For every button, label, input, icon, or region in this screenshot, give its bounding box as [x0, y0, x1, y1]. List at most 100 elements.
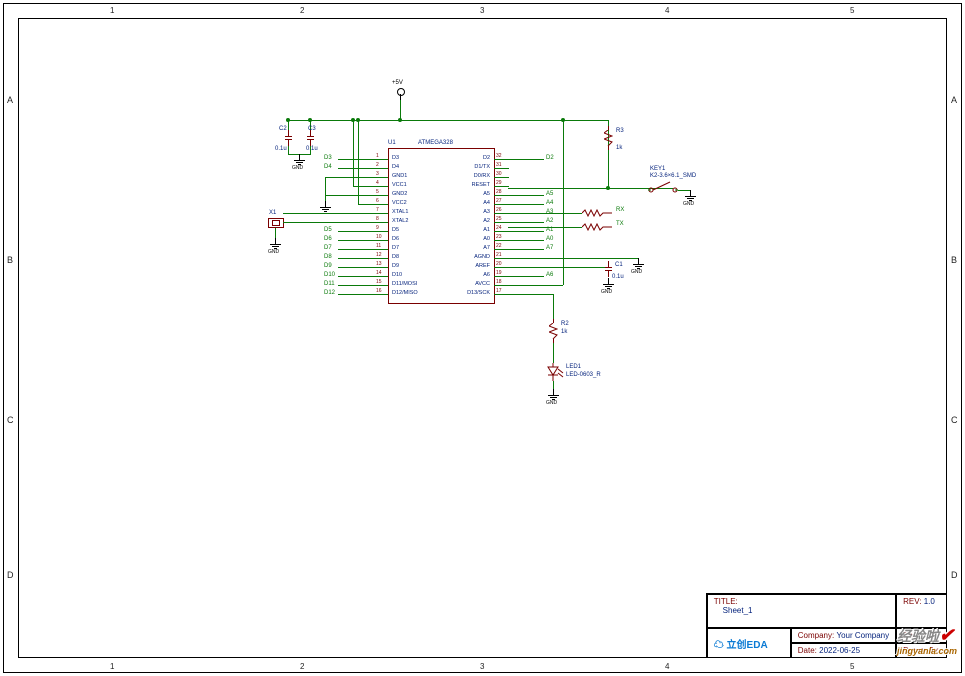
wire	[508, 227, 582, 228]
eda-logo: ☁ 立创EDA	[714, 640, 768, 651]
wire	[509, 159, 544, 160]
crystal-x1	[268, 218, 284, 228]
pin-name: D11/MOSI	[392, 281, 417, 287]
wire	[338, 267, 373, 268]
ruler-left-c: C	[7, 415, 14, 425]
pin-stub	[494, 231, 509, 232]
pin-name: D2	[456, 155, 490, 161]
key1-ref: KEY1	[650, 166, 665, 172]
wire	[553, 381, 554, 389]
pin-stub	[373, 258, 388, 259]
title-label: TITLE:	[714, 597, 738, 606]
netlabel: D7	[324, 245, 332, 251]
pin-name: AVCC	[456, 281, 490, 287]
pin-num: 29	[496, 180, 502, 186]
pin-stub	[373, 195, 388, 196]
wire	[508, 267, 608, 268]
wire	[509, 195, 544, 196]
wire	[563, 120, 564, 285]
pin-num: 20	[496, 261, 502, 267]
pin-stub	[373, 249, 388, 250]
rx-label: RX	[616, 207, 624, 213]
wire	[325, 195, 373, 196]
junction	[606, 186, 610, 190]
wire	[325, 177, 326, 201]
pin-name: AREF	[456, 263, 490, 269]
ruler-bot-5: 5	[850, 662, 854, 671]
pin-stub	[494, 240, 509, 241]
wire	[358, 120, 359, 204]
pin-stub	[373, 213, 388, 214]
pin-name: GND2	[392, 191, 407, 197]
pin-name: D13/SCK	[456, 290, 490, 296]
led1-val: LED-0603_R	[566, 372, 601, 378]
pin-num: 18	[496, 279, 502, 285]
pin-num: 2	[376, 162, 379, 168]
pin-num: 10	[376, 234, 382, 240]
junction	[398, 118, 402, 122]
pin-stub	[494, 159, 509, 160]
pin-name: D7	[392, 245, 399, 251]
pin-num: 6	[376, 198, 379, 204]
pin-num: 32	[496, 153, 502, 159]
netlabel: A6	[546, 272, 553, 278]
key1-val: K2-3.6×6.1_SMD	[650, 173, 696, 179]
pin-num: 5	[376, 189, 379, 195]
wire	[338, 276, 373, 277]
pin-name: XTAL2	[392, 218, 408, 224]
date-value: 2022-06-25	[819, 646, 860, 655]
pin-num: 11	[376, 243, 381, 249]
wire	[509, 204, 544, 205]
junction	[308, 118, 312, 122]
pin-num: 25	[496, 216, 502, 222]
pin-name: XTAL1	[392, 209, 408, 215]
netlabel: A7	[546, 245, 553, 251]
ruler-top-1: 1	[110, 6, 114, 15]
pin-stub	[494, 186, 509, 187]
pin-num: 27	[496, 198, 502, 204]
drawn-label: Drawn By:	[903, 646, 940, 655]
ruler-bot-2: 2	[300, 662, 304, 671]
ruler-left-b: B	[7, 255, 13, 265]
pin-name: D9	[392, 263, 399, 269]
wire	[508, 285, 563, 286]
pin-num: 21	[496, 252, 502, 258]
c3-val: 0.1u	[306, 146, 318, 152]
wire	[275, 228, 276, 238]
x1-ref: X1	[269, 210, 276, 216]
rev-value: 1.0	[924, 597, 935, 606]
pin-num: 23	[496, 234, 502, 240]
pin-stub	[373, 177, 388, 178]
wire	[553, 294, 554, 319]
ruler-top-4: 4	[665, 6, 669, 15]
pin-num: 15	[376, 279, 382, 285]
pin-num: 26	[496, 207, 502, 213]
pin-num: 12	[376, 252, 382, 258]
pin-name: D10	[392, 272, 402, 278]
pin-name: A2	[456, 218, 490, 224]
netlabel: A2	[546, 218, 553, 224]
ruler-left-d: D	[7, 570, 14, 580]
wire	[338, 168, 373, 169]
wire	[288, 146, 289, 154]
wire	[288, 120, 608, 121]
wire	[338, 159, 373, 160]
pin-num: 1	[376, 153, 379, 159]
pin-num: 22	[496, 243, 502, 249]
netlabel: D2	[546, 155, 554, 161]
pin-stub	[494, 294, 509, 295]
netlabel: A0	[546, 236, 553, 242]
title-value: Sheet_1	[723, 606, 753, 615]
wire	[353, 186, 373, 187]
netlabel: D5	[324, 227, 332, 233]
pin-stub	[494, 276, 509, 277]
wire	[553, 343, 554, 363]
wire	[509, 276, 544, 277]
rev-label: REV:	[903, 597, 921, 606]
wire	[509, 249, 544, 250]
junction	[561, 118, 565, 122]
wire	[508, 188, 558, 189]
c1-ref: C1	[615, 262, 623, 268]
pin-stub	[373, 276, 388, 277]
pin-stub	[373, 231, 388, 232]
